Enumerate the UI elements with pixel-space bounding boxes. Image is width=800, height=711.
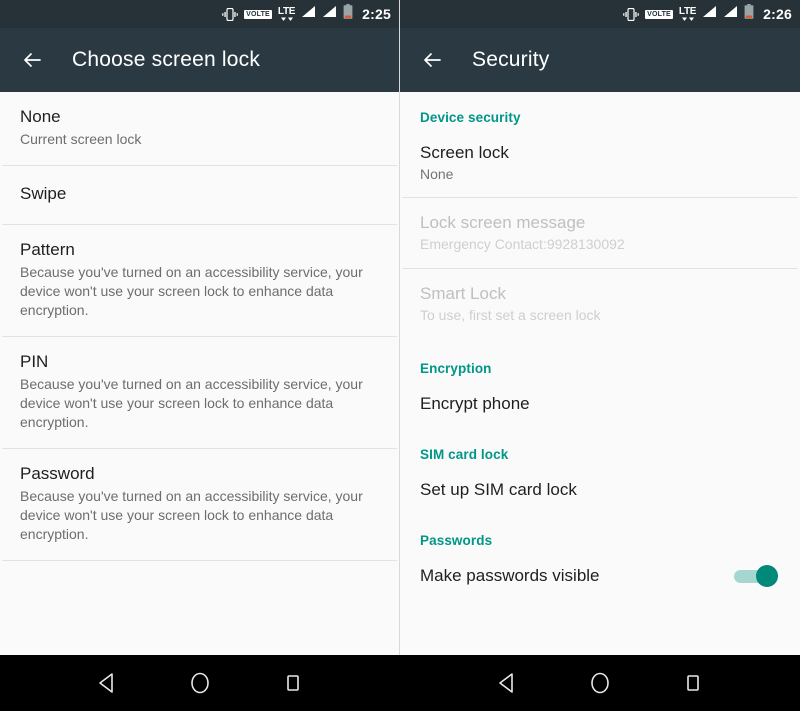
lte-icon: LTE xyxy=(278,7,295,21)
setting-title: Set up SIM card lock xyxy=(420,480,577,499)
setting-subtitle: To use, first set a screen lock xyxy=(420,307,601,323)
back-triangle-icon[interactable] xyxy=(490,666,524,700)
android-navigation-bar xyxy=(0,655,800,711)
list-item-subtitle: Because you've turned on an accessibilit… xyxy=(20,376,363,430)
section-header-passwords: Passwords xyxy=(420,533,493,548)
setting-row-set-up-sim-card-lock[interactable]: Set up SIM card lock xyxy=(400,470,800,511)
section-header-encryption: Encryption xyxy=(420,361,492,376)
right-status-time: 2:26 xyxy=(763,6,792,22)
vibrate-icon xyxy=(222,7,238,21)
back-arrow-icon[interactable] xyxy=(18,46,46,74)
signal-bars-icon xyxy=(702,5,717,23)
lte-data-arrows-icon xyxy=(681,16,694,21)
volte-icon: VOLTE xyxy=(645,9,673,19)
section-header-sim-card-lock: SIM card lock xyxy=(420,447,509,462)
setting-title: Encrypt phone xyxy=(420,394,530,413)
setting-row-lock-screen-message: Lock screen message Emergency Contact:99… xyxy=(400,198,800,268)
list-item-subtitle: Current screen lock xyxy=(20,131,142,147)
lte-data-arrows-icon xyxy=(280,16,293,21)
list-item-pin[interactable]: PIN Because you've turned on an accessib… xyxy=(0,337,399,448)
home-circle-icon[interactable] xyxy=(183,666,217,700)
list-item-title: Pattern xyxy=(20,240,75,259)
right-page-title: Security xyxy=(472,48,550,71)
setting-title: Screen lock xyxy=(420,143,509,162)
list-item-swipe[interactable]: Swipe xyxy=(0,166,399,224)
screen-lock-list: None Current screen lock Swipe Pattern B… xyxy=(0,92,399,711)
right-status-bar: VOLTE LTE 2:26 xyxy=(400,0,800,28)
battery-icon xyxy=(343,4,353,24)
setting-title: Make passwords visible xyxy=(420,566,600,585)
right-app-bar: Security xyxy=(400,28,800,92)
signal-bars-icon xyxy=(723,5,738,23)
list-item-none[interactable]: None Current screen lock xyxy=(0,92,399,165)
left-status-icons: VOLTE LTE xyxy=(222,4,353,24)
left-nav-buttons xyxy=(0,655,400,711)
setting-row-make-passwords-visible[interactable]: Make passwords visible xyxy=(400,556,800,597)
setting-row-smart-lock: Smart Lock To use, first set a screen lo… xyxy=(400,269,800,339)
section-header-device-security: Device security xyxy=(420,110,521,125)
toggle-thumb xyxy=(756,564,778,587)
left-phone-screen: VOLTE LTE 2:25 Choose screen lock None C… xyxy=(0,0,400,711)
back-triangle-icon[interactable] xyxy=(90,666,124,700)
right-phone-screen: VOLTE LTE 2:26 Security Device security … xyxy=(400,0,800,711)
list-item-subtitle: Because you've turned on an accessibilit… xyxy=(20,488,363,542)
volte-icon: VOLTE xyxy=(244,9,272,19)
home-circle-icon[interactable] xyxy=(583,666,617,700)
lte-icon: LTE xyxy=(679,7,696,21)
setting-row-encrypt-phone[interactable]: Encrypt phone xyxy=(400,384,800,425)
list-item-password[interactable]: Password Because you've turned on an acc… xyxy=(0,449,399,560)
setting-title: Smart Lock xyxy=(420,284,506,303)
recents-square-icon[interactable] xyxy=(276,666,310,700)
left-status-time: 2:25 xyxy=(362,6,391,22)
list-item-subtitle: Because you've turned on an accessibilit… xyxy=(20,264,363,318)
list-item-title: None xyxy=(20,107,61,126)
security-settings-list: Device security Screen lock None Lock sc… xyxy=(400,92,800,711)
back-arrow-icon[interactable] xyxy=(418,46,446,74)
dual-screenshot-container: VOLTE LTE 2:25 Choose screen lock None C… xyxy=(0,0,800,711)
right-status-icons: VOLTE LTE xyxy=(623,4,754,24)
list-item-title: Swipe xyxy=(20,184,67,203)
setting-subtitle: None xyxy=(420,166,454,182)
right-nav-buttons xyxy=(400,655,800,711)
list-item-title: PIN xyxy=(20,352,49,371)
setting-row-screen-lock[interactable]: Screen lock None xyxy=(400,133,800,197)
signal-bars-icon xyxy=(301,5,316,23)
recents-square-icon[interactable] xyxy=(676,666,710,700)
setting-subtitle: Emergency Contact:9928130092 xyxy=(420,236,625,252)
left-app-bar: Choose screen lock xyxy=(0,28,399,92)
signal-bars-icon xyxy=(322,5,337,23)
left-status-bar: VOLTE LTE 2:25 xyxy=(0,0,399,28)
divider xyxy=(2,560,397,561)
list-item-pattern[interactable]: Pattern Because you've turned on an acce… xyxy=(0,225,399,336)
battery-icon xyxy=(744,4,754,24)
make-passwords-visible-toggle[interactable] xyxy=(734,564,778,587)
vibrate-icon xyxy=(623,7,639,21)
setting-title: Lock screen message xyxy=(420,213,586,232)
left-page-title: Choose screen lock xyxy=(72,48,261,71)
list-item-title: Password xyxy=(20,464,95,483)
